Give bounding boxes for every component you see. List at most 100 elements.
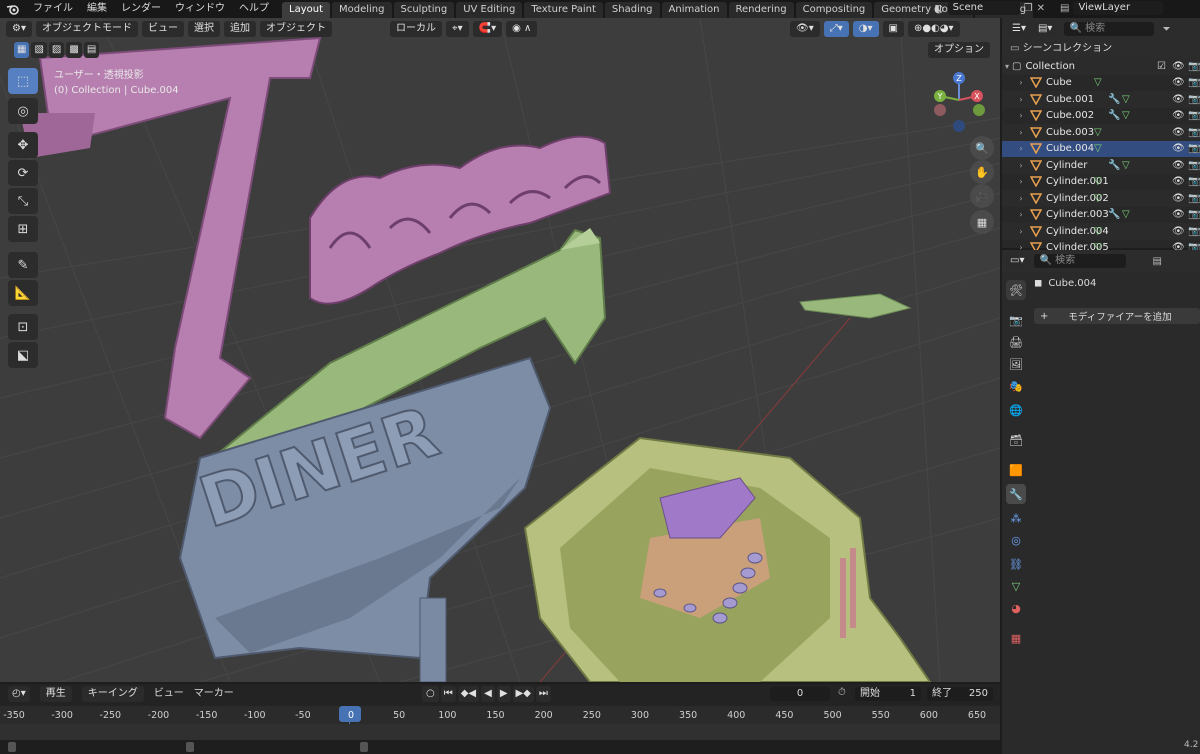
menu-window[interactable]: ウィンドウ [168, 0, 232, 18]
scene-collection-row[interactable]: ▭ シーンコレクション [1002, 40, 1200, 58]
menu-help[interactable]: ヘルプ [232, 0, 276, 18]
expand-icon[interactable]: › [1016, 111, 1026, 120]
visibility-eye-icon[interactable]: 👁 [1172, 176, 1185, 187]
properties-search[interactable]: 🔍 検索 [1034, 254, 1127, 268]
expand-icon[interactable]: › [1016, 78, 1026, 87]
modifier-wrench-icon[interactable]: 🔧 [1108, 94, 1120, 105]
expand-icon[interactable]: › [1016, 161, 1026, 170]
expand-icon[interactable]: ▾ [1002, 62, 1012, 71]
mode-select[interactable]: オブジェクトモード [35, 21, 138, 37]
measure-tool[interactable]: 📐 [8, 280, 38, 306]
add-cube-tool[interactable]: ⊡ [8, 314, 38, 340]
render-camera-icon[interactable]: 📷 [1188, 226, 1200, 237]
physics-tab-icon[interactable]: ◎ [1006, 530, 1026, 550]
rotate-tool[interactable]: ⟳ [8, 160, 38, 186]
axis-gizmo[interactable]: Z Y X [928, 68, 992, 136]
blender-logo-icon[interactable] [0, 0, 26, 18]
render-camera-icon[interactable]: 📷 [1188, 127, 1200, 138]
tab-sculpting[interactable]: Sculpting [393, 2, 455, 18]
menu-file[interactable]: ファイル [26, 0, 80, 18]
modifier-wrench-icon[interactable]: 🔧 [1108, 110, 1120, 121]
camera-view-icon[interactable]: 🎥 [970, 184, 994, 208]
add-primitive-tool[interactable]: ⬕ [8, 342, 38, 368]
select-invert-icon[interactable]: ▩ [66, 42, 82, 58]
shading-modes[interactable]: ⊕●◐◕▾ [907, 21, 960, 37]
visibility-eye-icon[interactable]: 👁 [1172, 226, 1185, 237]
viewlayer-field[interactable]: ViewLayer [1073, 1, 1164, 15]
scene-icon[interactable]: ◐ [934, 2, 944, 15]
outliner-row[interactable]: › Cylinder.002 ▽ 👁 📷 [1002, 190, 1200, 207]
mesh-data-icon[interactable]: ▽ [1122, 160, 1130, 171]
orientation-select[interactable]: ローカル [390, 21, 442, 37]
world-tab-icon[interactable]: 🌐 [1006, 400, 1026, 420]
outliner-row[interactable]: › Cylinder.003 🔧 ▽ 👁 📷 [1002, 207, 1200, 224]
close-scene-icon[interactable]: ✕ [1037, 3, 1045, 14]
expand-icon[interactable]: › [1016, 194, 1026, 203]
annotate-tool[interactable]: ✎ [8, 252, 38, 278]
visibility-eye-icon[interactable]: 👁 [1172, 61, 1185, 72]
render-camera-icon[interactable]: 📷 [1188, 143, 1200, 154]
filter-icon[interactable]: ⏷ [1162, 24, 1170, 35]
outliner-row[interactable]: › Cube.004 ▽ 👁 📷 [1002, 140, 1200, 157]
play-reverse-icon[interactable]: ◀ [481, 686, 495, 702]
tab-uv-editing[interactable]: UV Editing [456, 2, 523, 18]
tab-compositing[interactable]: Compositing [795, 2, 873, 18]
visibility-eye-icon[interactable]: 👁 [1172, 110, 1185, 121]
render-camera-icon[interactable]: 📷 [1188, 94, 1200, 105]
exclude-checkbox[interactable]: ☑ [1157, 61, 1166, 72]
mesh-data-icon[interactable]: ▽ [1094, 226, 1102, 237]
snap-icon[interactable]: 🧲▾ [472, 21, 503, 37]
pan-hand-icon[interactable]: ✋ [970, 160, 994, 184]
tab-texture-paint[interactable]: Texture Paint [524, 2, 603, 18]
mesh-data-icon[interactable]: ▽ [1094, 127, 1102, 138]
mesh-data-icon[interactable]: ▽ [1094, 193, 1102, 204]
perspective-grid-icon[interactable]: ▦ [970, 210, 994, 234]
menu-marker[interactable]: マーカー [194, 685, 234, 703]
gizmo-toggle-icon[interactable]: ⤢▾ [823, 21, 849, 37]
menu-select[interactable]: 選択 [187, 21, 220, 37]
viewport-scene[interactable]: DINER [0, 18, 1000, 682]
mesh-data-icon[interactable]: ▽ [1122, 110, 1130, 121]
jump-end-icon[interactable]: ⏭ [535, 686, 551, 702]
render-camera-icon[interactable]: 📷 [1188, 61, 1200, 72]
material-tab-icon[interactable]: ◕ [1006, 598, 1026, 618]
modifier-wrench-icon[interactable]: 🔧 [1108, 209, 1120, 220]
next-keyframe-icon[interactable]: ▶◆ [512, 686, 534, 702]
visibility-eye-icon[interactable]: 👁 [1172, 160, 1185, 171]
expand-icon[interactable]: › [1016, 144, 1026, 153]
render-camera-icon[interactable]: 📷 [1188, 160, 1200, 171]
scrollbar[interactable] [0, 740, 1000, 754]
menu-object[interactable]: オブジェクト [259, 21, 332, 37]
jump-start-icon[interactable]: ⏮ [440, 686, 456, 702]
record-icon[interactable]: ○ [422, 686, 439, 702]
mesh-data-icon[interactable]: ▽ [1122, 94, 1130, 105]
display-mode-icon[interactable]: ▤▾ [1033, 21, 1057, 37]
outliner-row[interactable]: › Cylinder.001 ▽ 👁 📷 [1002, 174, 1200, 191]
add-modifier-button[interactable]: + モディファイアーを追加 [1034, 308, 1200, 324]
viewlayer-icon[interactable]: ▤ [1060, 3, 1069, 14]
outliner-row[interactable]: › Cube.001 🔧 ▽ 👁 📷 [1002, 91, 1200, 108]
menu-edit[interactable]: 編集 [80, 0, 114, 18]
expand-icon[interactable]: › [1016, 210, 1026, 219]
output-tab-icon[interactable]: 🖨 [1006, 332, 1026, 352]
outliner-row[interactable]: › Cube ▽ 👁 📷 [1002, 75, 1200, 92]
mesh-data-icon[interactable]: ▽ [1122, 209, 1130, 220]
visibility-eye-icon[interactable]: 👁 [1172, 209, 1185, 220]
menu-render[interactable]: レンダー [114, 0, 168, 18]
visibility-eye-icon[interactable]: 👁 [1172, 94, 1185, 105]
current-frame-field[interactable]: 0 [770, 687, 830, 701]
scale-tool[interactable]: ⤡ [8, 188, 38, 214]
cursor-tool[interactable]: ◎ [8, 98, 38, 124]
transform-tool[interactable]: ⊞ [8, 216, 38, 242]
visibility-eye-icon[interactable]: 👁 [1172, 143, 1185, 154]
properties-editor-icon[interactable]: ▭▾ [1006, 253, 1029, 269]
editor-type-button[interactable]: ⚙▾ [6, 21, 32, 37]
particles-tab-icon[interactable]: ⁂ [1006, 508, 1026, 528]
outliner-row[interactable]: › Cylinder 🔧 ▽ 👁 📷 [1002, 157, 1200, 174]
object-tab-icon[interactable]: 🟧 [1006, 460, 1026, 480]
stopwatch-icon[interactable]: ⏱ [838, 687, 846, 698]
outliner-editor-icon[interactable]: ☰▾ [1008, 21, 1030, 37]
tab-rendering[interactable]: Rendering [728, 2, 794, 18]
modifier-tab-icon[interactable]: 🔧 [1006, 484, 1026, 504]
menu-view[interactable]: ビュー [141, 21, 184, 37]
